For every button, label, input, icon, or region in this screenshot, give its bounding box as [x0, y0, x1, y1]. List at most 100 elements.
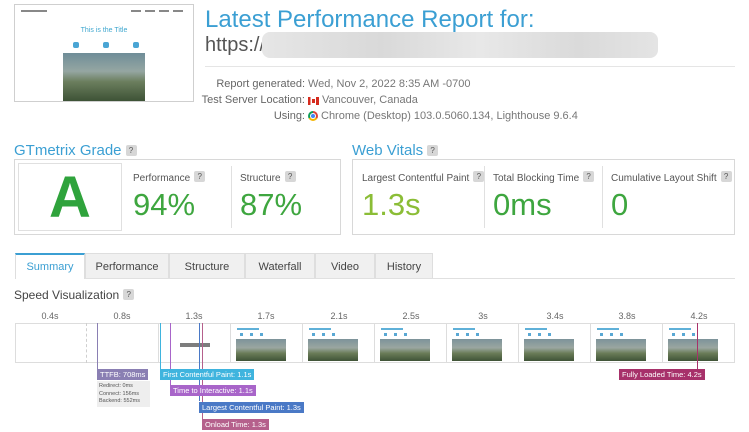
report-generated-label: Report generated:	[216, 78, 305, 90]
grade-divider	[231, 166, 232, 228]
report-generated-value: Wed, Nov 2, 2022 8:35 AM -0700	[308, 78, 471, 90]
tab-summary[interactable]: Summary	[15, 253, 85, 279]
web-vitals-heading: Web Vitals?	[352, 142, 439, 159]
timeline-tick: 3.4s	[546, 311, 564, 321]
page-screenshot-thumbnail[interactable]: This is the Title	[14, 4, 194, 102]
cls-value: 0	[611, 187, 629, 222]
speed-visualization-heading: Speed Visualization?	[14, 288, 135, 302]
report-tabs: Summary Performance Structure Waterfall …	[15, 253, 433, 279]
help-icon[interactable]: ?	[123, 289, 135, 300]
filmstrip-frame[interactable]	[450, 326, 516, 362]
tab-structure[interactable]: Structure	[169, 253, 245, 279]
tti-marker[interactable]: Time to Interactive: 1.1s	[170, 385, 256, 396]
chrome-icon	[308, 111, 318, 121]
cls-label: Cumulative Layout Shift	[611, 173, 717, 184]
filmstrip-partial-render	[180, 343, 210, 347]
help-icon[interactable]: ?	[427, 145, 439, 156]
help-icon[interactable]: ?	[473, 171, 485, 182]
lcp-metric: Largest Contentful Paint? 1.3s	[362, 171, 485, 223]
ttfb-redirect: Redirect: 0ms	[99, 383, 133, 389]
using-label: Using:	[273, 110, 305, 122]
filmstrip-frame[interactable]	[666, 326, 732, 362]
performance-score: Performance? 94%	[133, 171, 206, 223]
speed-visualization-heading-text: Speed Visualization	[14, 288, 120, 302]
filmstrip-frame[interactable]	[234, 326, 300, 362]
web-vitals-heading-text: Web Vitals	[352, 142, 424, 159]
tabs-underline	[85, 278, 735, 279]
tab-performance[interactable]: Performance	[85, 253, 169, 279]
timeline-tick: 0.8s	[113, 311, 131, 321]
server-location-label: Test Server Location:	[201, 94, 305, 106]
thumbnail-social-icons	[73, 42, 139, 50]
report-url: https://	[205, 34, 266, 56]
timeline-tick: 1.3s	[185, 311, 203, 321]
filmstrip-frame[interactable]	[306, 326, 372, 362]
fcp-marker-line	[160, 323, 161, 369]
timeline-tick: 3s	[478, 311, 488, 321]
using-value: Chrome (Desktop) 103.0.5060.134, Lightho…	[321, 110, 578, 122]
timeline-tick: 2.5s	[402, 311, 420, 321]
report-generated-row: Report generated: Wed, Nov 2, 2022 8:35 …	[205, 78, 735, 94]
cls-metric: Cumulative Layout Shift? 0	[611, 171, 732, 223]
filmstrip-frame-divider	[590, 323, 591, 363]
thumbnail-nav	[21, 10, 187, 14]
filmstrip-frame-divider	[518, 323, 519, 363]
help-icon[interactable]: ?	[720, 171, 732, 182]
filmstrip-frame[interactable]	[522, 326, 588, 362]
fully-loaded-marker[interactable]: Fully Loaded Time: 4.2s	[619, 369, 705, 380]
filmstrip-frame-divider	[302, 323, 303, 363]
performance-value: 94%	[133, 187, 196, 222]
gtmetrix-grade-heading: GTmetrix Grade?	[14, 142, 137, 159]
structure-label: Structure	[240, 173, 281, 184]
timeline-tick: 3.8s	[618, 311, 636, 321]
fcp-marker[interactable]: First Contentful Paint: 1.1s	[160, 369, 255, 380]
grade-letter-box: A	[18, 163, 122, 231]
tab-waterfall[interactable]: Waterfall	[245, 253, 315, 279]
thumbnail-title: This is the Title	[80, 27, 128, 34]
fully-loaded-marker-line	[697, 323, 698, 369]
filmstrip-frame-divider	[86, 323, 87, 363]
timeline-tick: 1.7s	[257, 311, 275, 321]
thumbnail-photo	[63, 53, 145, 101]
tab-video[interactable]: Video	[315, 253, 375, 279]
grade-letter: A	[49, 165, 91, 230]
canada-flag-icon	[308, 97, 319, 105]
tbt-metric: Total Blocking Time? 0ms	[493, 171, 595, 223]
timeline-tick: 4.2s	[690, 311, 708, 321]
lcp-value: 1.3s	[362, 187, 421, 222]
header-divider	[205, 66, 735, 67]
ttfb-backend: Backend: 552ms	[99, 398, 140, 404]
filmstrip-frame-divider	[662, 323, 663, 363]
help-icon[interactable]: ?	[284, 171, 296, 182]
filmstrip-frame-divider	[446, 323, 447, 363]
filmstrip-frame-divider	[374, 323, 375, 363]
filmstrip-frame[interactable]	[594, 326, 660, 362]
help-icon[interactable]: ?	[194, 171, 206, 182]
help-icon[interactable]: ?	[583, 171, 595, 182]
server-location-row: Test Server Location: Vancouver, Canada	[201, 94, 735, 110]
structure-score: Structure? 87%	[240, 171, 302, 223]
using-row: Using: Chrome (Desktop) 103.0.5060.134, …	[205, 110, 735, 126]
lcp-label: Largest Contentful Paint	[362, 173, 470, 184]
lcp-marker[interactable]: Largest Contentful Paint: 1.3s	[199, 402, 304, 413]
ttfb-breakdown: Redirect: 0ms Connect: 156ms Backend: 55…	[97, 381, 150, 407]
filmstrip-frame-divider	[158, 323, 159, 363]
ttfb-connect: Connect: 156ms	[99, 390, 140, 397]
tbt-label: Total Blocking Time	[493, 173, 580, 184]
ttfb-marker-line	[97, 323, 98, 369]
timeline-tick: 2.1s	[330, 311, 348, 321]
onload-marker[interactable]: Onload Time: 1.3s	[202, 419, 269, 430]
structure-value: 87%	[240, 187, 303, 222]
help-icon[interactable]: ?	[125, 145, 137, 156]
server-location-value: Vancouver, Canada	[322, 94, 418, 106]
timeline-tick: 0.4s	[41, 311, 59, 321]
tbt-value: 0ms	[493, 187, 552, 222]
tab-history[interactable]: History	[375, 253, 433, 279]
url-redacted	[262, 32, 658, 58]
ttfb-marker[interactable]: TTFB: 708ms	[97, 369, 149, 380]
filmstrip-frame-divider	[230, 323, 231, 363]
gtmetrix-grade-heading-text: GTmetrix Grade	[14, 142, 122, 159]
filmstrip-frame[interactable]	[378, 326, 444, 362]
vitals-divider-2	[602, 166, 603, 228]
performance-label: Performance	[133, 173, 191, 184]
